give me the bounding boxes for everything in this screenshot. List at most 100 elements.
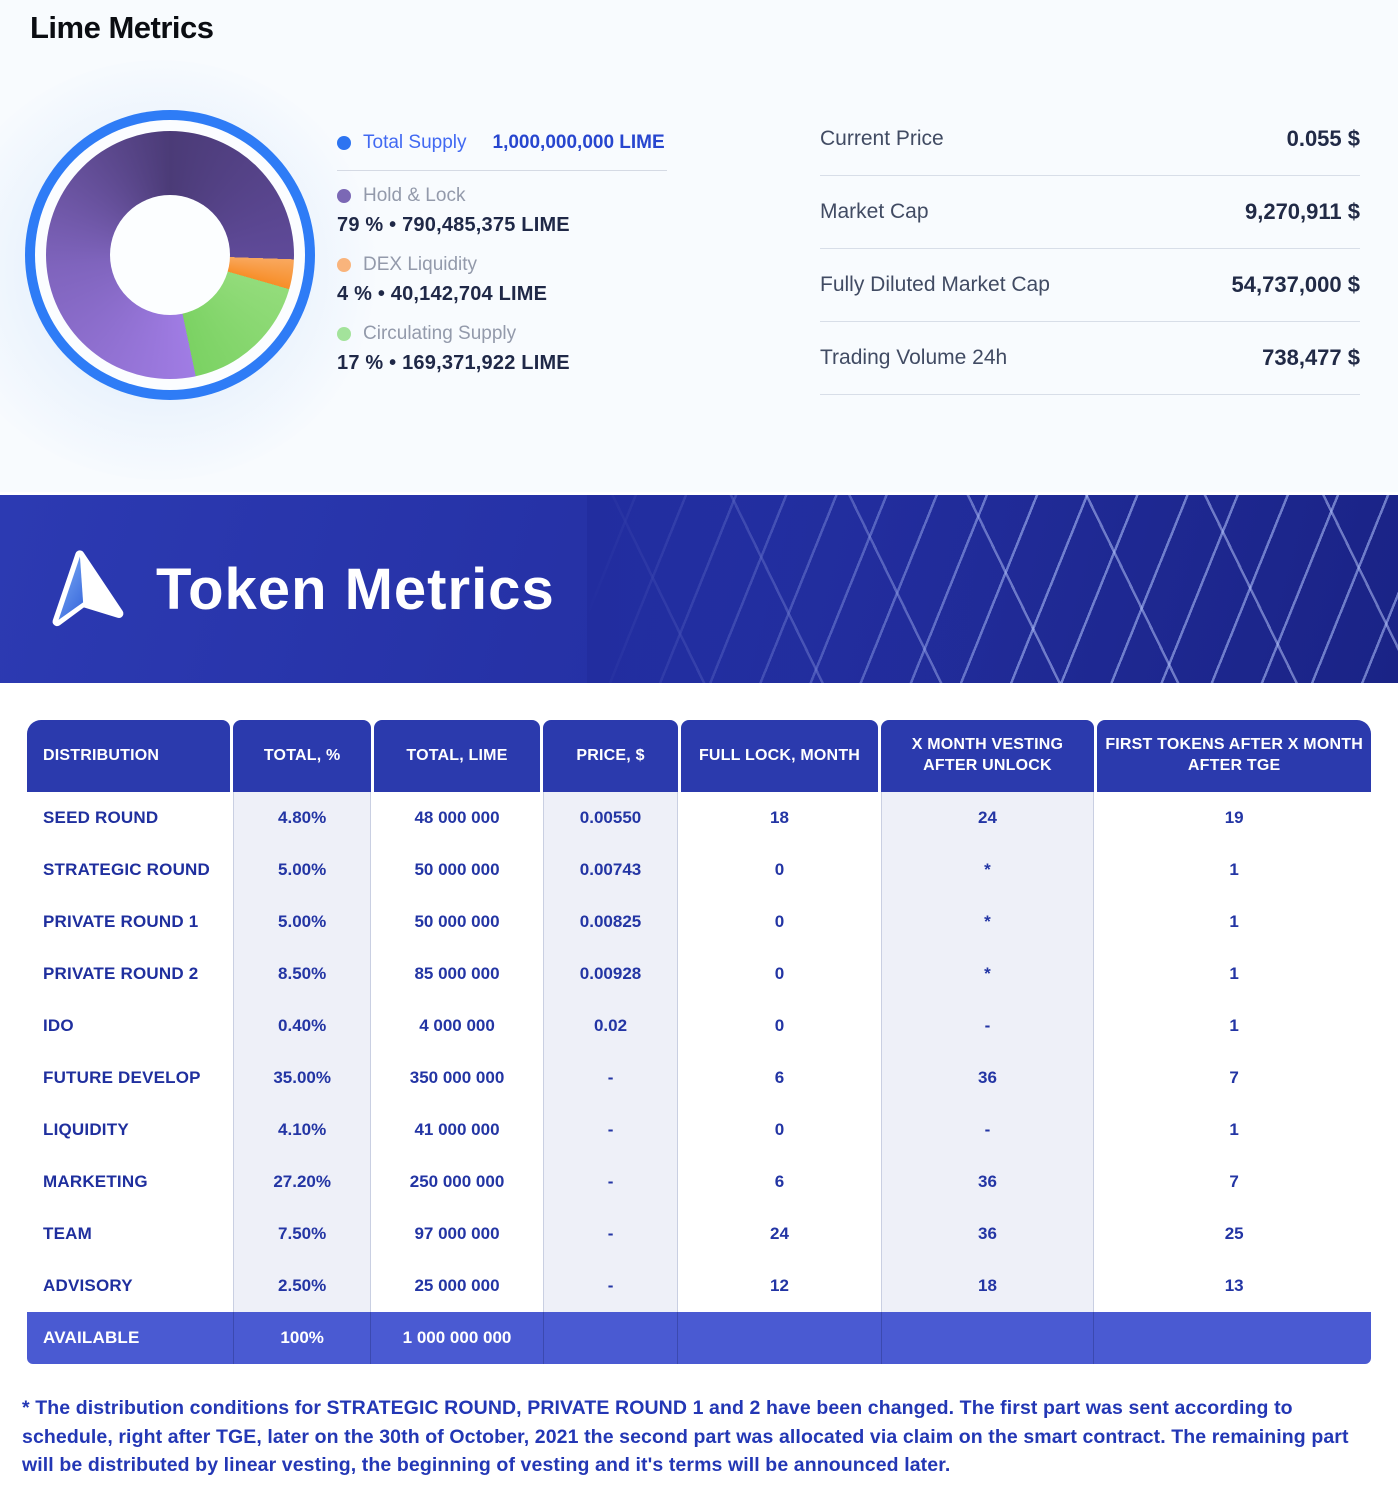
- table-cell: 0: [681, 844, 877, 896]
- stat-value: 9,270,911 $: [1245, 199, 1360, 225]
- table-cell: [543, 1312, 679, 1364]
- total-supply-label: Total Supply: [363, 132, 467, 154]
- table-cell: 0.00928: [543, 948, 679, 1000]
- table-cell: 5.00%: [233, 896, 371, 948]
- table-cell: 1: [1097, 948, 1371, 1000]
- table-header-cell: FULL LOCK, MONTH: [681, 720, 877, 792]
- legend-item-label: Circulating Supply: [363, 323, 516, 345]
- table-cell: 0.02: [543, 1000, 679, 1052]
- token-metrics-banner: Token Metrics: [0, 495, 1398, 683]
- legend-item-label: Hold & Lock: [363, 185, 465, 207]
- table-cell: 0.40%: [233, 1000, 371, 1052]
- table-cell: 36: [881, 1052, 1095, 1104]
- table-cell: 0: [681, 1104, 877, 1156]
- table-cell: 24: [681, 1208, 877, 1260]
- table-cell: 36: [881, 1156, 1095, 1208]
- legend-divider: [337, 170, 667, 171]
- table-cell: ADVISORY: [27, 1260, 230, 1312]
- banner-title: Token Metrics: [156, 556, 555, 623]
- table-cell: 85 000 000: [374, 948, 539, 1000]
- table-cell: -: [543, 1104, 679, 1156]
- table-cell: FUTURE DEVELOP: [27, 1052, 230, 1104]
- legend-dot-icon: [337, 189, 351, 203]
- stat-label: Market Cap: [820, 200, 929, 224]
- table-cell: 50 000 000: [374, 896, 539, 948]
- table-cell: PRIVATE ROUND 1: [27, 896, 230, 948]
- table-cell: 0.00550: [543, 792, 679, 844]
- stat-label: Current Price: [820, 127, 944, 151]
- table-cell: 5.00%: [233, 844, 371, 896]
- table-cell: 0: [681, 1000, 877, 1052]
- table-cell: 0: [681, 896, 877, 948]
- table-footnote: * The distribution conditions for STRATE…: [22, 1394, 1374, 1480]
- table-cell: 12: [681, 1260, 877, 1312]
- table-row: PRIVATE ROUND 28.50%85 000 0000.009280*1: [27, 948, 1371, 1000]
- total-supply-value: 1,000,000,000 LIME: [493, 132, 665, 154]
- table-cell: 25 000 000: [374, 1260, 539, 1312]
- legend-item-head: Hold & Lock: [337, 185, 667, 207]
- table-cell: TEAM: [27, 1208, 230, 1260]
- stat-value: 54,737,000 $: [1232, 272, 1360, 298]
- table-cell: 0.00825: [543, 896, 679, 948]
- legend-item-head: Circulating Supply: [337, 323, 667, 345]
- table-cell: 1: [1097, 896, 1371, 948]
- table-header-cell: PRICE, $: [543, 720, 679, 792]
- table-cell: 24: [881, 792, 1095, 844]
- stat-row: Market Cap 9,270,911 $: [820, 176, 1360, 249]
- table-row: PRIVATE ROUND 15.00%50 000 0000.008250*1: [27, 896, 1371, 948]
- table-cell: PRIVATE ROUND 2: [27, 948, 230, 1000]
- paper-plane-icon: [40, 542, 131, 636]
- table-cell: 4.10%: [233, 1104, 371, 1156]
- table-cell: 0.00743: [543, 844, 679, 896]
- table-cell: -: [543, 1260, 679, 1312]
- table-row: STRATEGIC ROUND5.00%50 000 0000.007430*1: [27, 844, 1371, 896]
- table-header-cell: DISTRIBUTION: [27, 720, 230, 792]
- legend-item-value: 17 % • 169,371,922 LIME: [337, 352, 667, 375]
- stat-value: 0.055 $: [1287, 126, 1360, 152]
- table-cell: *: [881, 844, 1095, 896]
- table-cell: 97 000 000: [374, 1208, 539, 1260]
- table-cell: 100%: [233, 1312, 371, 1364]
- table-row: FUTURE DEVELOP35.00%350 000 000-6367: [27, 1052, 1371, 1104]
- table-cell: 250 000 000: [374, 1156, 539, 1208]
- table-cell: 13: [1097, 1260, 1371, 1312]
- lime-metrics-section: Lime Metrics Total Supply 1,000,000,000 …: [0, 0, 1398, 492]
- table-header-cell: X MONTH VESTING AFTER UNLOCK: [881, 720, 1095, 792]
- table-header-row: DISTRIBUTIONTOTAL, %TOTAL, LIMEPRICE, $F…: [27, 720, 1371, 792]
- table-header-cell: FIRST TOKENS AFTER X MONTH AFTER TGE: [1097, 720, 1371, 792]
- legend-dot-icon: [337, 258, 351, 272]
- table-cell: 7: [1097, 1156, 1371, 1208]
- mesh-pattern: [587, 495, 1398, 683]
- table-cell: 4 000 000: [374, 1000, 539, 1052]
- legend-item-label: DEX Liquidity: [363, 254, 477, 276]
- table-cell: -: [881, 1000, 1095, 1052]
- legend-item-value: 79 % • 790,485,375 LIME: [337, 214, 667, 237]
- stat-row: Fully Diluted Market Cap54,737,000 $: [820, 249, 1360, 322]
- table-cell: 48 000 000: [374, 792, 539, 844]
- table-cell: 35.00%: [233, 1052, 371, 1104]
- supply-donut-chart: [25, 110, 315, 400]
- table-cell: 1: [1097, 1000, 1371, 1052]
- table-cell: IDO: [27, 1000, 230, 1052]
- table-cell: [681, 1312, 877, 1364]
- table-cell: 36: [881, 1208, 1095, 1260]
- table-cell: *: [881, 896, 1095, 948]
- table-row: TEAM7.50%97 000 000-243625: [27, 1208, 1371, 1260]
- table-cell: 6: [681, 1052, 877, 1104]
- legend-item-head: DEX Liquidity: [337, 254, 667, 276]
- table-header-cell: TOTAL, LIME: [374, 720, 539, 792]
- table-cell: 25: [1097, 1208, 1371, 1260]
- table-row: IDO0.40%4 000 0000.020-1: [27, 1000, 1371, 1052]
- supply-legend: Total Supply 1,000,000,000 LIME Hold & L…: [337, 132, 667, 392]
- table-cell: 0: [681, 948, 877, 1000]
- table-cell: 7.50%: [233, 1208, 371, 1260]
- table-cell: LIQUIDITY: [27, 1104, 230, 1156]
- table-cell: -: [881, 1104, 1095, 1156]
- table-row: SEED ROUND4.80%48 000 0000.00550182419: [27, 792, 1371, 844]
- table-cell: MARKETING: [27, 1156, 230, 1208]
- stat-value: 738,477 $: [1262, 345, 1360, 371]
- table-footer-row: AVAILABLE100%1 000 000 000: [27, 1312, 1371, 1364]
- table-cell: 27.20%: [233, 1156, 371, 1208]
- market-stats-panel: Current Price 0.055 $ Market Cap 9,270,911 …: [820, 103, 1360, 395]
- stat-label: Trading Volume 24h: [820, 346, 1007, 370]
